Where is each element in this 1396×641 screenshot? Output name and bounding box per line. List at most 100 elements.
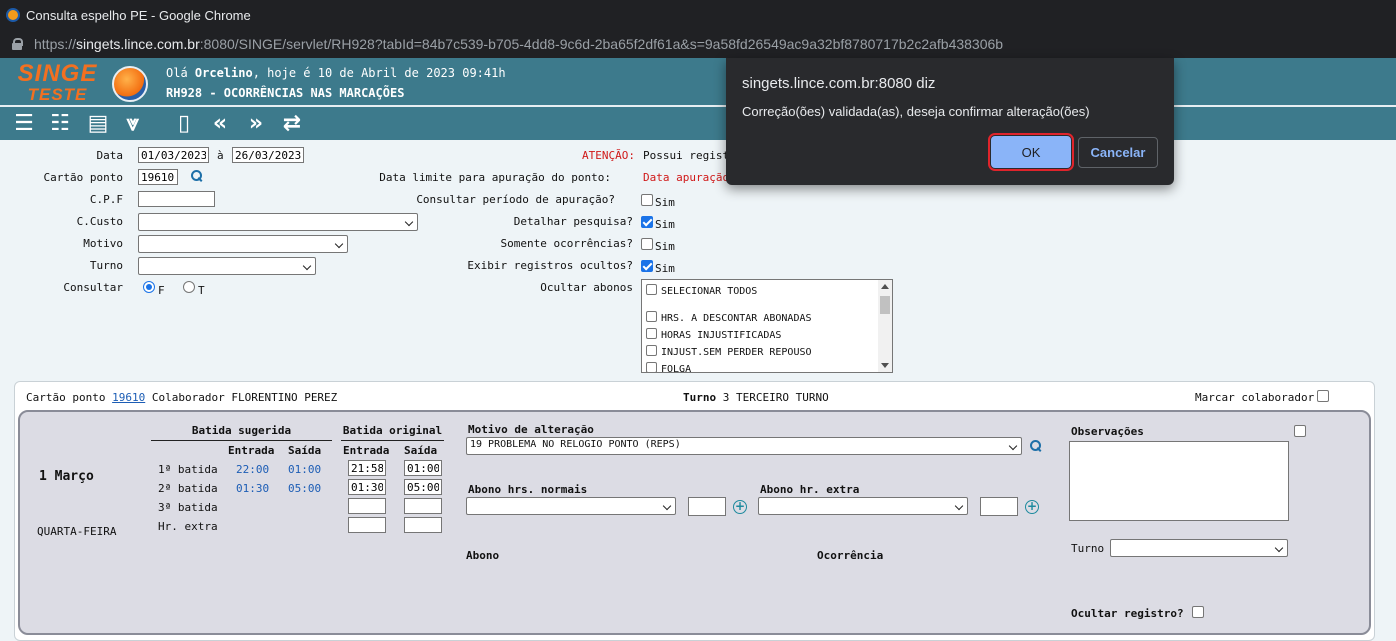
ocultar-abonos-listbox[interactable]: SELECIONAR TODOS HRS. A DESCONTAR ABONAD… xyxy=(641,279,893,373)
atencao-label: ATENÇÃO: xyxy=(582,149,635,162)
ocultar-registro-checkbox[interactable] xyxy=(1192,606,1204,618)
data-limite-label: Data limite para apuração do ponto: xyxy=(379,171,611,184)
abono-normais-hours-input[interactable] xyxy=(688,497,726,516)
motivo-alteracao-label: Motivo de alteração xyxy=(468,423,594,436)
entrada-header: Entrada xyxy=(228,444,275,457)
collapse-icon[interactable]: ⩔ xyxy=(119,112,147,138)
cpf-input[interactable] xyxy=(138,191,215,207)
original-entrada-input[interactable] xyxy=(348,460,386,476)
url-scheme: https:// xyxy=(34,36,77,52)
abono-column-header: Abono xyxy=(466,549,500,562)
list-icon[interactable]: ☰ xyxy=(10,112,38,138)
observacoes-textarea[interactable] xyxy=(1069,441,1289,521)
refresh-icon[interactable]: ⇄ xyxy=(278,112,306,138)
list-item[interactable]: SELECIONAR TODOS xyxy=(646,284,757,297)
sugerida-entrada: 01:30 xyxy=(236,482,270,495)
consultar-periodo-checkbox[interactable] xyxy=(641,194,653,206)
turno-select[interactable] xyxy=(138,257,316,275)
data-to-input[interactable] xyxy=(232,147,304,163)
original-saida-input[interactable] xyxy=(404,479,442,495)
greeting: Olá Orcelino, hoje é 10 de Abril de 2023… xyxy=(166,66,506,80)
book-icon[interactable]: ▯ xyxy=(170,112,198,138)
marcar-checkbox[interactable] xyxy=(1317,390,1329,402)
listbox-scrollbar[interactable] xyxy=(878,280,892,372)
original-entrada-input[interactable] xyxy=(348,498,386,514)
list-item[interactable]: HRS. A DESCONTAR ABONADAS xyxy=(646,311,812,324)
colaborador-name: FLORENTINO PEREZ xyxy=(231,391,338,404)
row-label: 1ª batida xyxy=(158,463,218,476)
add-abono-normais-icon[interactable]: + xyxy=(733,500,747,514)
detalhar-label: Detalhar pesquisa? xyxy=(513,215,633,228)
page-title: RH928 - OCORRÊNCIAS NAS MARCAÇÕES xyxy=(166,86,405,100)
abono-extra-select[interactable] xyxy=(758,497,968,515)
url-host: singets.lince.com.br xyxy=(76,36,200,52)
observacoes-checkbox[interactable] xyxy=(1294,425,1306,437)
original-header: Batida original xyxy=(341,424,444,441)
day-label: 1 Março xyxy=(39,469,94,484)
address-bar[interactable]: https://singets.lince.com.br:8080/SINGE/… xyxy=(0,30,1396,58)
original-saida-input[interactable] xyxy=(404,460,442,476)
list-item[interactable]: FOLGA xyxy=(646,362,691,372)
window-title: Consulta espelho PE - Google Chrome xyxy=(26,7,251,23)
data-from-input[interactable] xyxy=(138,147,209,163)
row-label: 2ª batida xyxy=(158,482,218,495)
next-icon[interactable]: » xyxy=(242,112,270,138)
ocultar-abonos-label: Ocultar abonos xyxy=(540,281,633,294)
entrada-header: Entrada xyxy=(343,444,390,457)
data-separator: à xyxy=(217,149,224,162)
list-item[interactable]: INJUST.SEM PERDER REPOUSO xyxy=(646,345,812,358)
motivo-label: Motivo xyxy=(83,237,123,250)
data-limite-value: Data apuração xyxy=(643,171,730,184)
sim-label: Sim xyxy=(655,196,675,209)
sim-label: Sim xyxy=(655,240,675,253)
previous-icon[interactable]: « xyxy=(206,112,234,138)
hr-extra-saida-input[interactable] xyxy=(404,517,442,533)
sugerida-header: Batida sugerida xyxy=(151,424,332,441)
ok-button[interactable]: OK xyxy=(988,133,1074,171)
cartao-link[interactable]: 19610 xyxy=(112,391,145,404)
row-label: 3ª batida xyxy=(158,501,218,514)
hr-extra-entrada-input[interactable] xyxy=(348,517,386,533)
consultar-f-radio[interactable] xyxy=(143,281,155,293)
search-icon[interactable] xyxy=(191,170,203,182)
record-turno-select[interactable] xyxy=(1110,539,1288,557)
window-title-bar: Consulta espelho PE - Google Chrome xyxy=(0,0,1396,30)
detalhar-checkbox[interactable] xyxy=(641,216,653,228)
lince-logo-icon xyxy=(112,66,148,102)
sugerida-saida: 01:00 xyxy=(288,463,322,476)
exibir-checkbox[interactable] xyxy=(641,260,653,272)
consultar-t-radio[interactable] xyxy=(183,281,195,293)
card-icon[interactable]: ▤ xyxy=(84,112,112,138)
abono-normais-label: Abono hrs. normais xyxy=(468,483,588,496)
app-header: SINGE TESTE Olá Orcelino, hoje é 10 de A… xyxy=(0,58,1396,105)
somente-checkbox[interactable] xyxy=(641,238,653,250)
cancel-button[interactable]: Cancelar xyxy=(1078,137,1158,168)
cpf-label: C.P.F xyxy=(89,193,123,206)
motivo-select[interactable] xyxy=(138,235,348,253)
toolbar: ☰ ☷ ▤ ⩔ ▯ « » ⇄ xyxy=(0,105,1396,140)
motivo-alteracao-select[interactable]: 19 PROBLEMA NO RELOGIO PONTO (REPS) xyxy=(466,437,1022,455)
dialog-title: singets.lince.com.br:8080 diz xyxy=(742,75,936,92)
checklist-icon[interactable]: ☷ xyxy=(46,112,74,138)
list-item[interactable]: HORAS INJUSTIFICADAS xyxy=(646,328,781,341)
search-icon[interactable] xyxy=(1030,440,1042,452)
sugerida-entrada: 22:00 xyxy=(236,463,270,476)
atencao-text: Possui regist xyxy=(643,149,730,162)
original-entrada-input[interactable] xyxy=(348,479,386,495)
consultar-f-label: F xyxy=(158,284,165,297)
cartao-input[interactable] xyxy=(138,169,178,185)
sim-label: Sim xyxy=(655,218,675,231)
ccusto-label: C.Custo xyxy=(76,215,123,228)
user-name: Orcelino xyxy=(194,66,253,80)
row-label: Hr. extra xyxy=(158,520,218,533)
original-saida-input[interactable] xyxy=(404,498,442,514)
abono-normais-select[interactable] xyxy=(466,497,676,515)
observacoes-label: Observações xyxy=(1071,425,1144,438)
abono-extra-hours-input[interactable] xyxy=(980,497,1018,516)
sugerida-saida: 05:00 xyxy=(288,482,322,495)
url-path: :8080/SINGE/servlet/RH928?tabId=84b7c539… xyxy=(199,36,1004,52)
somente-label: Somente ocorrências? xyxy=(500,237,633,250)
exibir-label: Exibir registros ocultos? xyxy=(467,259,633,272)
consultar-t-label: T xyxy=(198,284,205,297)
add-abono-extra-icon[interactable]: + xyxy=(1025,500,1039,514)
